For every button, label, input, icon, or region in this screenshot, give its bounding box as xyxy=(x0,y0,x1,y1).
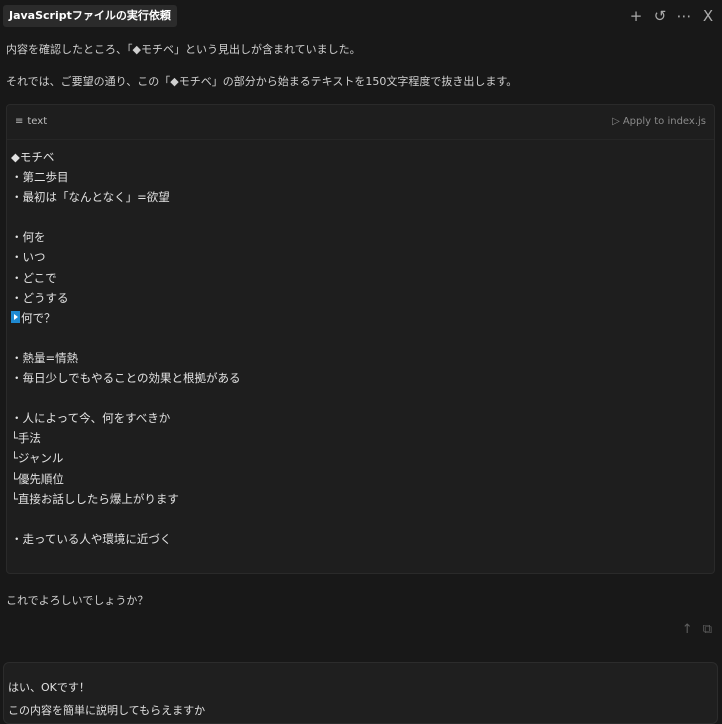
code-block: ≡ text ▷ Apply to index.js ◆モチベ・第二歩目・最初は「な… xyxy=(6,104,715,574)
plus-icon[interactable]: + xyxy=(628,6,644,26)
code-line-text: ・人によって今、何をすべきか xyxy=(11,411,171,426)
code-line xyxy=(11,509,241,529)
code-content[interactable]: ◆モチベ・第二歩目・最初は「なんとなく」=欲望 ・何を・いつ・どこで・どうする何… xyxy=(11,147,241,549)
code-line-text: ・最初は「なんとなく」=欲望 xyxy=(11,190,170,205)
code-line-text: ◆モチベ xyxy=(11,150,55,164)
code-line-text: ・走っている人や環境に近づく xyxy=(11,531,172,546)
code-line-text: ・何を xyxy=(11,230,46,245)
code-line-text: ・どこで xyxy=(11,270,57,285)
input-text-line-2: この内容を簡単に説明してもらえますか xyxy=(8,704,206,717)
apply-button-label: Apply to index.js xyxy=(622,116,706,127)
code-line: ・どうする xyxy=(11,288,241,308)
code-line: ・第二歩目 xyxy=(11,167,241,187)
code-line: ・人によって今、何をすべきか xyxy=(11,408,241,428)
code-language: ≡ text xyxy=(15,116,47,127)
assistant-question: これでよろしいでしょうか？ xyxy=(6,594,149,607)
play-icon: ▷ xyxy=(612,116,620,127)
code-line-text: ・毎日少しでもやることの効果と根拠がある xyxy=(11,371,241,386)
assistant-message-line-2: それでは、ご要望の通り、この「◆モチベ」の部分から始まるテキストを150文字程度… xyxy=(6,75,518,88)
top-bar: JavaScriptファイルの実行依頼 + ↺ ⋯ X xyxy=(0,0,722,32)
code-line: ・最初は「なんとなく」=欲望 xyxy=(11,187,241,207)
code-line-text: ・熱量=情熱 xyxy=(11,350,79,365)
code-line-text: ・第二歩目 xyxy=(11,170,69,185)
code-line-text: ・いつ xyxy=(11,250,46,265)
code-line: ・いつ xyxy=(11,247,241,267)
code-language-label: text xyxy=(27,116,48,127)
code-line: └手法 xyxy=(11,428,241,448)
code-block-header: ≡ text ▷ Apply to index.js xyxy=(7,105,714,140)
code-line-text: ・どうする xyxy=(11,290,69,305)
code-line: └直接お話ししたら爆上がります xyxy=(11,489,241,509)
input-text-line-1: はい、OKです！ xyxy=(8,681,90,694)
code-line xyxy=(11,207,241,227)
header-actions: + ↺ ⋯ X xyxy=(628,6,716,26)
code-line: ◆モチベ xyxy=(11,147,241,167)
code-line xyxy=(11,328,241,348)
close-icon[interactable]: X xyxy=(700,6,716,26)
conversation-title[interactable]: JavaScriptファイルの実行依頼 xyxy=(3,5,177,27)
code-line: ・何を xyxy=(11,227,241,247)
message-actions: ↑ ⧉ xyxy=(682,622,712,637)
code-line-text: └優先順位 xyxy=(11,471,64,486)
cursor-marker-icon xyxy=(11,310,20,323)
code-line: 何で？ xyxy=(11,308,241,328)
code-line: ・走っている人や環境に近づく xyxy=(11,529,241,549)
code-line: └優先順位 xyxy=(11,469,241,489)
code-line-text: └ジャンル xyxy=(11,451,64,466)
code-line: ・熱量=情熱 xyxy=(11,348,241,368)
history-icon[interactable]: ↺ xyxy=(652,6,668,26)
more-icon[interactable]: ⋯ xyxy=(676,6,692,26)
chat-input[interactable]: はい、OKです！ この内容を簡単に説明してもらえますか xyxy=(3,662,718,724)
code-line-text: └手法 xyxy=(11,431,41,446)
arrow-up-icon[interactable]: ↑ xyxy=(682,622,693,637)
assistant-message-line-1: 内容を確認したところ、「◆モチベ」という見出しが含まれていました。 xyxy=(6,43,361,56)
code-line xyxy=(11,388,241,408)
code-line-text: 何で？ xyxy=(21,310,56,325)
code-line: ・どこで xyxy=(11,268,241,288)
copy-icon[interactable]: ⧉ xyxy=(703,622,712,637)
text-lines-icon: ≡ xyxy=(15,116,24,127)
code-line: └ジャンル xyxy=(11,448,241,468)
apply-button[interactable]: ▷ Apply to index.js xyxy=(612,116,706,127)
code-line-text: └直接お話ししたら爆上がります xyxy=(11,491,179,506)
code-line: ・毎日少しでもやることの効果と根拠がある xyxy=(11,368,241,388)
